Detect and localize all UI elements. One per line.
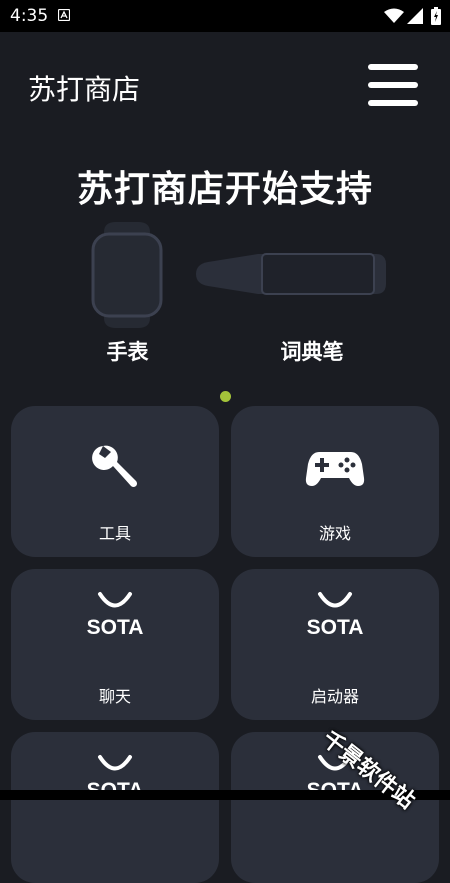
sota-logo-icon — [98, 592, 132, 608]
hamburger-icon — [368, 64, 418, 70]
sota-logo-text: SOTA — [306, 616, 364, 639]
wifi-icon — [384, 8, 404, 23]
category-card-games[interactable]: 游戏 — [231, 406, 439, 557]
battery-icon — [431, 7, 441, 25]
hamburger-menu-button[interactable] — [368, 64, 418, 108]
dictionary-pen-icon[interactable] — [196, 248, 388, 300]
carousel-page-indicator — [220, 391, 231, 402]
hamburger-icon-line — [368, 100, 418, 106]
watch-icon[interactable] — [90, 220, 164, 330]
hamburger-icon-line — [368, 82, 418, 88]
device-label-pen: 词典笔 — [280, 340, 344, 364]
category-label: 游戏 — [318, 524, 351, 543]
sota-logo-text: SOTA — [86, 616, 144, 639]
notification-a-icon — [58, 9, 70, 21]
device-label-watch: 手表 — [106, 340, 149, 364]
status-time: 4:35 — [10, 6, 49, 26]
category-card-tools[interactable]: 工具 — [11, 406, 219, 557]
sota-logo-icon — [98, 755, 132, 771]
category-card-5[interactable]: SOTA — [11, 732, 219, 883]
status-bar: 4:35 — [0, 0, 450, 32]
app-title: 苏打商店 — [28, 73, 141, 106]
sota-logo-icon — [318, 592, 352, 608]
gamepad-icon — [305, 452, 365, 486]
category-label: 启动器 — [310, 687, 359, 706]
category-label: 工具 — [98, 524, 131, 543]
banner-title: 苏打商店开始支持 — [76, 169, 373, 210]
cell-signal-icon — [407, 8, 423, 24]
category-card-chat[interactable]: SOTA 聊天 — [11, 569, 219, 720]
wrench-icon — [92, 445, 138, 488]
category-label: 聊天 — [98, 687, 131, 706]
category-card-launcher[interactable]: SOTA 启动器 — [231, 569, 439, 720]
